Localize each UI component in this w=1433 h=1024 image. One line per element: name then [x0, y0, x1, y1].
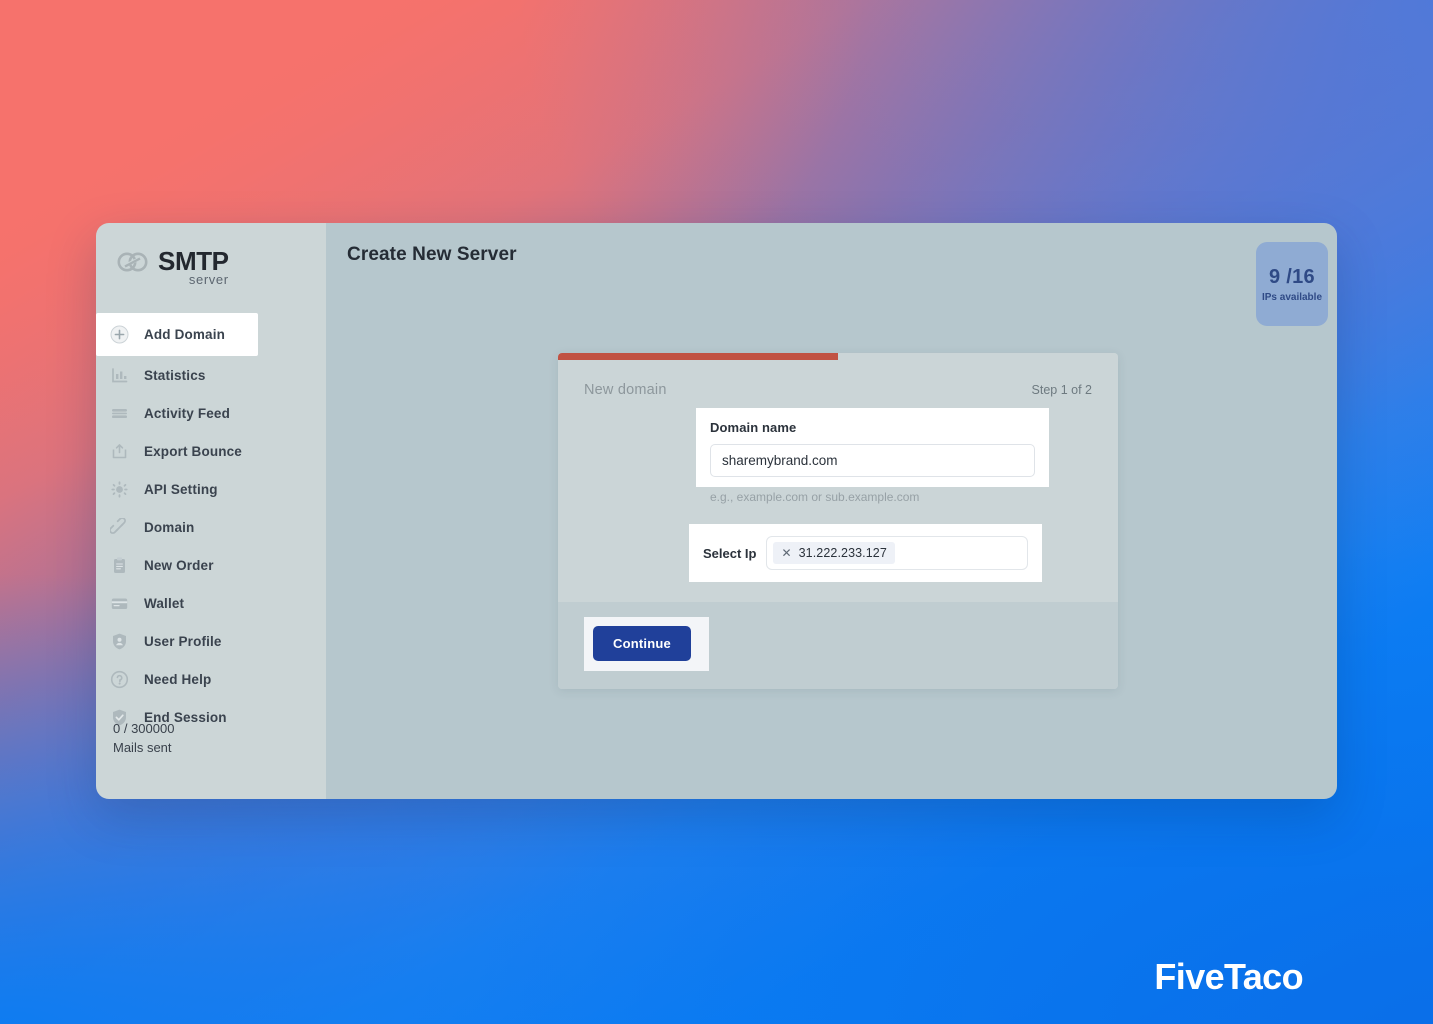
sidebar-item-label: User Profile	[144, 633, 222, 649]
bar-chart-icon	[108, 364, 130, 386]
progress-bar-track	[558, 353, 1118, 360]
sidebar-item-wallet[interactable]: Wallet	[96, 584, 326, 622]
sidebar-item-label: Wallet	[144, 595, 185, 611]
page-background: SMTP server Add Domain Statistics Activi…	[0, 0, 1433, 1024]
form-subtitle: New domain	[584, 382, 667, 398]
ip-badge-count: 9 /16	[1269, 265, 1315, 288]
main-content: Create New Server 9 /16 IPs available Ne…	[326, 223, 1337, 799]
select-ip-multiselect[interactable]: ✕ 31.222.233.127	[766, 536, 1028, 570]
sidebar-item-label: Domain	[144, 519, 195, 535]
sidebar-item-add-domain[interactable]: Add Domain	[96, 313, 258, 356]
select-ip-field-group: Select Ip ✕ 31.222.233.127	[689, 524, 1042, 582]
domain-name-label: Domain name	[710, 420, 797, 435]
plus-circle-icon	[108, 324, 130, 346]
sidebar-item-activity-feed[interactable]: Activity Feed	[96, 394, 326, 432]
sidebar: SMTP server Add Domain Statistics Activi…	[96, 223, 326, 799]
sidebar-item-label: Need Help	[144, 671, 212, 687]
ip-chip-value: 31.222.233.127	[798, 546, 887, 560]
sidebar-item-new-order[interactable]: New Order	[96, 546, 326, 584]
continue-button-highlight: Continue	[584, 617, 709, 671]
progress-bar-fill	[558, 353, 838, 360]
stacked-lines-icon	[108, 402, 130, 424]
form-card-header: New domain Step 1 of 2	[584, 382, 1092, 398]
domain-name-field-group: Domain name	[696, 408, 1049, 487]
mails-sent-count: 0 / 300000	[113, 721, 175, 737]
domain-name-hint: e.g., example.com or sub.example.com	[710, 490, 920, 504]
sidebar-item-need-help[interactable]: Need Help	[96, 660, 326, 698]
brand-logo[interactable]: SMTP server	[96, 223, 326, 286]
upload-box-icon	[108, 440, 130, 462]
form-card-body: New domain Step 1 of 2 Domain name e.g.,…	[558, 360, 1118, 602]
mails-sent-counter: 0 / 300000 Mails sent	[113, 720, 174, 757]
sidebar-item-label: Add Domain	[144, 327, 225, 342]
question-circle-icon	[108, 668, 130, 690]
page-title: Create New Server	[347, 244, 517, 265]
ip-availability-badge[interactable]: 9 /16 IPs available	[1256, 242, 1328, 326]
brand-title: SMTP	[158, 246, 229, 276]
sidebar-item-domain[interactable]: Domain	[96, 508, 326, 546]
mails-sent-label: Mails sent	[113, 739, 172, 755]
sidebar-item-label: Activity Feed	[144, 405, 230, 421]
linked-circles-icon	[117, 251, 149, 278]
new-domain-form-card: New domain Step 1 of 2 Domain name e.g.,…	[558, 353, 1118, 689]
ip-chip[interactable]: ✕ 31.222.233.127	[773, 542, 895, 564]
ip-badge-label: IPs available	[1261, 291, 1323, 303]
sidebar-item-user-profile[interactable]: User Profile	[96, 622, 326, 660]
sidebar-item-api-setting[interactable]: API Setting	[96, 470, 326, 508]
fivetaco-watermark: FiveTaco	[1154, 956, 1303, 997]
sidebar-item-label: Statistics	[144, 367, 206, 383]
sidebar-item-label: Export Bounce	[144, 443, 242, 459]
shield-user-icon	[108, 630, 130, 652]
continue-button[interactable]: Continue	[593, 626, 691, 661]
form-card-footer: Continue	[558, 602, 1118, 689]
sidebar-item-label: API Setting	[144, 481, 218, 497]
link-chain-icon	[108, 516, 130, 538]
sidebar-item-export-bounce[interactable]: Export Bounce	[96, 432, 326, 470]
form-step-indicator: Step 1 of 2	[1031, 383, 1092, 397]
sidebar-item-statistics[interactable]: Statistics	[96, 356, 326, 394]
clipboard-icon	[108, 554, 130, 576]
gear-icon	[108, 478, 130, 500]
card-icon	[108, 592, 130, 614]
app-window: SMTP server Add Domain Statistics Activi…	[96, 223, 1337, 799]
select-ip-label: Select Ip	[703, 545, 757, 561]
sidebar-nav: Add Domain Statistics Activity Feed Expo…	[96, 313, 326, 736]
domain-name-input[interactable]	[710, 444, 1035, 477]
close-icon[interactable]: ✕	[781, 547, 791, 559]
sidebar-item-label: New Order	[144, 557, 214, 573]
